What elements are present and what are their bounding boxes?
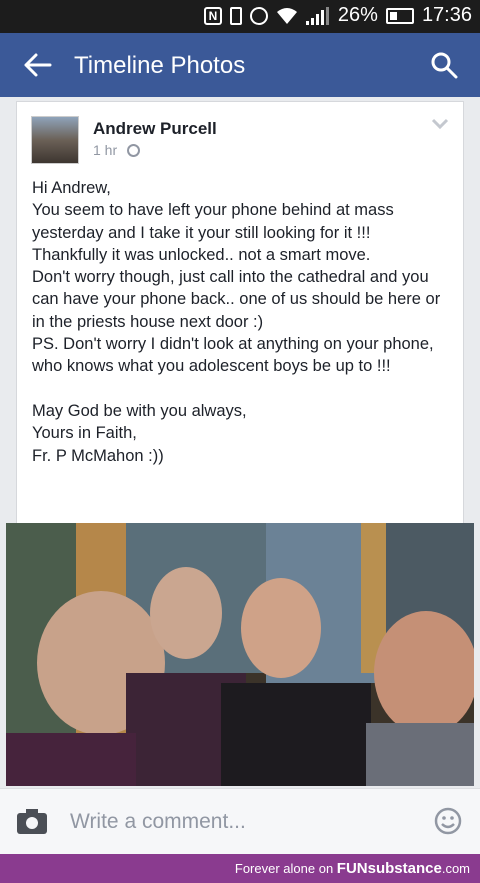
status-bar: N 26% 17:36 <box>0 0 480 33</box>
back-arrow-icon[interactable] <box>22 51 52 79</box>
chevron-down-icon[interactable] <box>431 118 449 130</box>
comment-bar <box>0 788 480 854</box>
camera-icon[interactable] <box>16 807 48 835</box>
avatar[interactable] <box>31 116 79 164</box>
post-author[interactable]: Andrew Purcell <box>93 119 217 139</box>
battery-icon <box>385 7 414 24</box>
watermark-prefix: Forever alone on <box>234 861 334 876</box>
comment-input[interactable] <box>70 807 410 837</box>
post-photo[interactable] <box>6 523 474 786</box>
nfc-icon: N <box>203 6 222 25</box>
smiley-icon[interactable] <box>434 807 462 835</box>
post-time[interactable]: 1 hr <box>93 142 117 158</box>
search-icon[interactable] <box>430 51 458 79</box>
globe-icon <box>127 143 141 157</box>
page-title: Timeline Photos <box>74 52 246 79</box>
alarm-icon <box>249 6 268 25</box>
vibrate-icon <box>229 6 242 25</box>
wifi-icon <box>276 7 297 24</box>
post-text: Hi Andrew, You seem to have left your ph… <box>32 179 441 465</box>
battery-percent: 26% <box>337 4 378 26</box>
clock: 17:36 <box>421 4 472 26</box>
signal-icon <box>305 6 329 25</box>
post-meta: 1 hr <box>93 142 141 158</box>
watermark-text: Forever alone on FUNsubstance.com <box>235 860 470 877</box>
watermark-brand: FUNsubstance <box>336 860 442 877</box>
post-card: Andrew Purcell 1 hr Hi Andrew, You seem … <box>16 101 464 526</box>
watermark-footer: Forever alone on FUNsubstance.com <box>0 854 480 883</box>
selfie-image <box>6 523 474 786</box>
watermark-suffix: .com <box>441 861 470 876</box>
app-bar: Timeline Photos <box>0 33 480 97</box>
